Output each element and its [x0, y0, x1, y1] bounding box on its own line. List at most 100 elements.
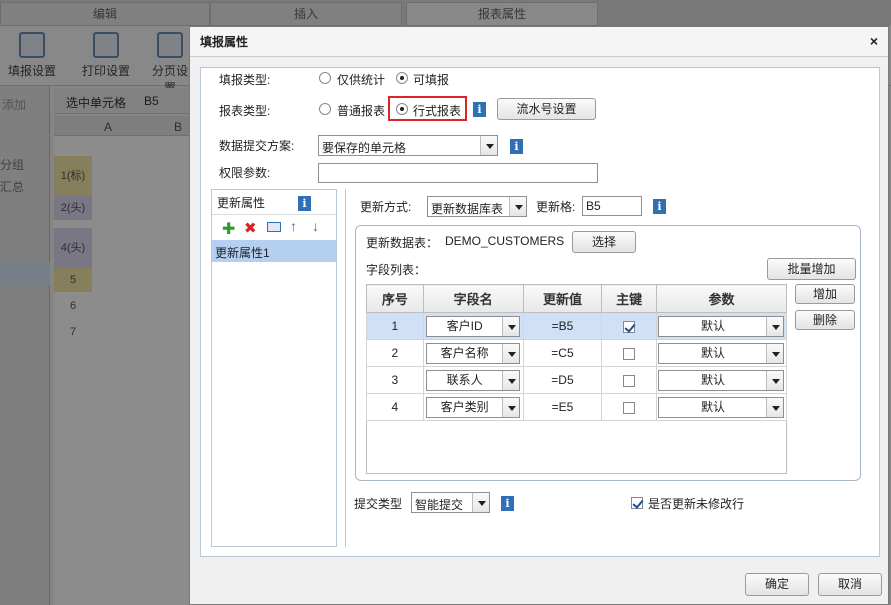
batch-add-button[interactable]: 批量增加 — [767, 258, 856, 280]
primary-key-checkbox[interactable] — [623, 401, 636, 414]
close-icon[interactable]: × — [870, 33, 878, 49]
info-icon[interactable]: i — [501, 496, 514, 511]
primary-key-checkbox[interactable] — [623, 374, 636, 387]
update-cell-input[interactable]: B5 — [582, 196, 642, 216]
field-list-label: 字段列表： — [366, 263, 427, 277]
submit-type-select[interactable]: 智能提交 — [411, 492, 490, 513]
col-header-key: 主键 — [601, 284, 657, 313]
chevron-down-icon — [502, 370, 520, 390]
chevron-down-icon — [509, 197, 526, 216]
cell-value[interactable]: =C5 — [522, 339, 603, 367]
delete-icon[interactable]: ✖ — [244, 219, 257, 237]
cancel-button[interactable]: 取消 — [818, 573, 882, 596]
param-select[interactable]: 默认 — [658, 315, 785, 337]
radio-stat-only[interactable] — [319, 72, 331, 84]
primary-key-checkbox[interactable] — [623, 347, 636, 360]
col-header-param: 参数 — [655, 284, 788, 313]
field-select[interactable]: 联系人 — [426, 369, 521, 391]
submit-type-label: 提交类型 — [354, 497, 403, 511]
update-cell-label: 更新格: — [536, 200, 576, 214]
field-select[interactable]: 客户类别 — [426, 396, 521, 418]
chevron-down-icon — [766, 316, 784, 336]
param-select-value: 默认 — [700, 318, 725, 333]
info-icon[interactable]: i — [653, 199, 666, 214]
chevron-down-icon — [766, 343, 784, 363]
cell-key — [601, 339, 657, 367]
field-table-wrapper: 序号 字段名 更新值 主键 参数 1 客户ID =B5 默认 2 客户名称 =C5 默认 3 联系… — [366, 284, 788, 474]
cell-param: 默认 — [655, 339, 788, 367]
cell-index: 1 — [366, 312, 424, 340]
submit-type-value: 智能提交 — [415, 498, 464, 512]
list-item-label: 更新属性1 — [215, 246, 270, 260]
radio-fillable[interactable] — [396, 72, 408, 84]
info-icon[interactable]: i — [510, 139, 523, 154]
arrow-up-icon[interactable]: ↑ — [290, 218, 297, 234]
cell-value[interactable]: =E5 — [522, 393, 603, 421]
select-table-button[interactable]: 选择 — [572, 231, 636, 253]
update-attr-header: 更新属性 — [217, 196, 266, 210]
report-type-label: 报表类型: — [219, 104, 271, 118]
cell-index: 3 — [366, 366, 424, 394]
chevron-down-icon — [472, 493, 489, 512]
update-unmodified-label: 是否更新未修改行 — [648, 497, 745, 511]
param-select[interactable]: 默认 — [658, 369, 785, 391]
col-header-index: 序号 — [366, 284, 424, 313]
cell-value[interactable]: =B5 — [522, 312, 603, 340]
cell-field: 客户类别 — [422, 393, 524, 421]
submit-scheme-select[interactable]: 要保存的单元格 — [318, 135, 498, 156]
radio-stat-only-label: 仅供统计 — [337, 73, 386, 87]
table-row[interactable]: 3 联系人 =D5 默认 — [366, 366, 788, 394]
update-mode-value: 更新数据库表 — [431, 202, 504, 216]
add-icon[interactable]: ✚ — [222, 219, 235, 239]
permission-label: 权限参数: — [219, 166, 271, 180]
chevron-down-icon — [766, 370, 784, 390]
arrow-down-icon[interactable]: ↓ — [312, 218, 319, 234]
chevron-down-icon — [502, 397, 520, 417]
delete-row-button[interactable]: 删除 — [795, 310, 855, 330]
field-select[interactable]: 客户名称 — [426, 342, 521, 364]
table-row[interactable]: 2 客户名称 =C5 默认 — [366, 339, 788, 367]
col-header-field: 字段名 — [422, 284, 524, 313]
table-row[interactable]: 4 客户类别 =E5 默认 — [366, 393, 788, 421]
copy-icon[interactable] — [267, 222, 281, 232]
param-select-value: 默认 — [700, 399, 725, 414]
update-table-value: DEMO_CUSTOMERS — [445, 234, 565, 248]
update-mode-label: 更新方式: — [360, 200, 412, 214]
cell-key — [601, 393, 657, 421]
cell-key — [601, 312, 657, 340]
param-select[interactable]: 默认 — [658, 396, 785, 418]
chevron-down-icon — [502, 343, 520, 363]
primary-key-checkbox[interactable] — [623, 320, 636, 333]
submit-scheme-label: 数据提交方案: — [219, 139, 295, 153]
param-select-value: 默认 — [700, 372, 725, 387]
cell-key — [601, 366, 657, 394]
ok-button[interactable]: 确定 — [745, 573, 809, 596]
radio-normal-report-label: 普通报表 — [337, 104, 386, 118]
radio-row-report[interactable] — [396, 103, 408, 115]
cell-value[interactable]: =D5 — [522, 366, 603, 394]
radio-row-report-label: 行式报表 — [413, 104, 462, 118]
serial-number-button[interactable]: 流水号设置 — [497, 98, 596, 120]
cell-field: 客户ID — [422, 312, 524, 340]
field-select[interactable]: 客户ID — [426, 315, 521, 337]
radio-normal-report[interactable] — [319, 103, 331, 115]
permission-input[interactable] — [318, 163, 598, 183]
param-select[interactable]: 默认 — [658, 342, 785, 364]
col-header-value: 更新值 — [522, 284, 603, 313]
update-unmodified-checkbox[interactable] — [631, 497, 643, 509]
add-row-button[interactable]: 增加 — [795, 284, 855, 304]
cell-index: 4 — [366, 393, 424, 421]
update-table-label: 更新数据表： — [366, 236, 439, 250]
table-row[interactable]: 1 客户ID =B5 默认 — [366, 312, 788, 340]
info-icon[interactable]: i — [298, 196, 311, 211]
chevron-down-icon — [502, 316, 520, 336]
cell-param: 默认 — [655, 393, 788, 421]
update-mode-select[interactable]: 更新数据库表 — [427, 196, 527, 217]
submit-scheme-value: 要保存的单元格 — [322, 141, 407, 155]
cell-field: 客户名称 — [422, 339, 524, 367]
info-icon[interactable]: i — [473, 102, 486, 117]
chevron-down-icon — [480, 136, 497, 155]
cell-param: 默认 — [655, 366, 788, 394]
cell-param: 默认 — [655, 312, 788, 340]
list-item[interactable]: 更新属性1 — [212, 240, 336, 262]
